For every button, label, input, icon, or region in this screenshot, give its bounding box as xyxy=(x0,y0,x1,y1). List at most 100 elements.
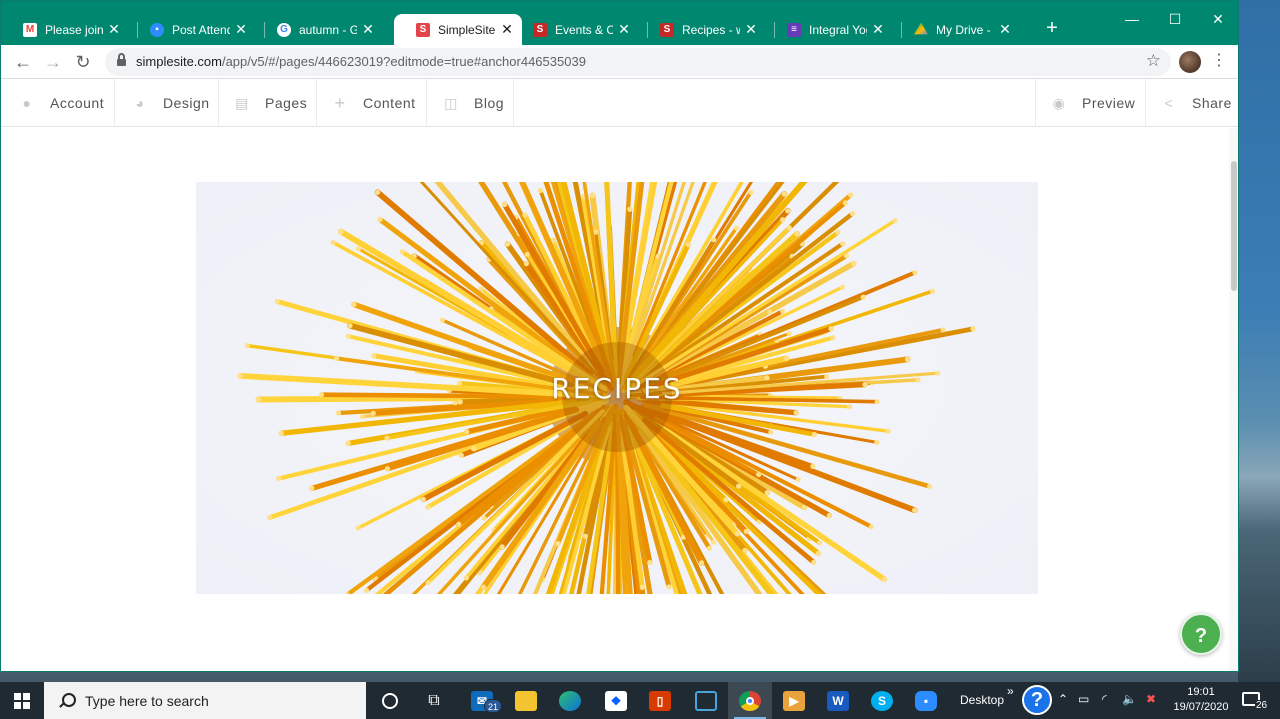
word-app[interactable]: W xyxy=(816,682,860,719)
help-button[interactable]: ? xyxy=(1180,613,1222,655)
maximize-button[interactable]: ☐ xyxy=(1152,7,1198,31)
drive-icon xyxy=(914,22,928,35)
cortana-button[interactable] xyxy=(368,682,412,719)
network-error-icon[interactable]: ✖ xyxy=(1146,692,1156,706)
editor-share[interactable]: < Share xyxy=(1145,79,1238,127)
file-explorer-app[interactable] xyxy=(504,682,548,719)
zoom-app-icon: ▪ xyxy=(915,690,937,711)
spaghetti-tip xyxy=(523,261,529,267)
close-icon[interactable]: ✕ xyxy=(998,21,1012,38)
spaghetti-tip xyxy=(748,189,754,195)
editor-pages[interactable]: ▤ Pages xyxy=(219,79,317,127)
dropbox-icon: ❖ xyxy=(605,690,627,711)
dropbox-app[interactable]: ❖ xyxy=(594,682,638,719)
video-app[interactable]: ▶ xyxy=(772,682,816,719)
spaghetti-tip xyxy=(425,504,431,510)
lock-icon[interactable] xyxy=(117,53,126,67)
spaghetti-tip xyxy=(425,580,431,586)
close-window-button[interactable]: ✕ xyxy=(1195,7,1238,31)
spaghetti-tip xyxy=(912,269,918,276)
windows-logo-icon xyxy=(14,693,30,709)
taskbar-search[interactable]: Type here to search xyxy=(44,682,366,719)
close-icon[interactable]: ✕ xyxy=(617,21,631,38)
action-center-button[interactable]: 26 xyxy=(1240,682,1280,719)
kebab-menu-icon[interactable]: ⋮ xyxy=(1211,50,1227,70)
snip-icon xyxy=(695,690,717,711)
new-tab-button[interactable]: + xyxy=(1041,17,1063,39)
spaghetti-tip xyxy=(345,333,351,339)
spaghetti-tip xyxy=(733,225,740,231)
get-help-icon[interactable]: ? xyxy=(1022,685,1052,715)
tab-gmail[interactable]: M Please join Zoom ✕ xyxy=(1,14,129,45)
chevron-up-icon[interactable]: ⌃ xyxy=(1058,692,1068,706)
spaghetti-tip xyxy=(830,335,836,341)
spaghetti-tip xyxy=(840,241,846,247)
editor-blog[interactable]: ◫ Blog xyxy=(427,79,514,127)
close-icon[interactable]: ✕ xyxy=(234,21,248,38)
close-icon[interactable]: ✕ xyxy=(361,21,375,38)
volume-icon[interactable]: 🔈 xyxy=(1122,692,1137,706)
wifi-icon[interactable]: ◜ xyxy=(1102,692,1107,706)
profile-avatar[interactable] xyxy=(1179,51,1201,73)
hero-banner[interactable]: RECIPES xyxy=(196,182,1038,594)
tab-title: Events & Classes xyxy=(555,22,613,37)
desktop-toolbar-label[interactable]: Desktop xyxy=(960,693,1004,707)
video-icon: ▶ xyxy=(783,690,805,711)
editor-content[interactable]: + Content xyxy=(317,79,427,127)
tab-google[interactable]: G autumn - Google ✕ xyxy=(255,14,383,45)
url-text[interactable]: simplesite.com/app/v5/#/pages/446623019?… xyxy=(136,54,586,69)
spaghetti-tip xyxy=(330,239,336,245)
task-view-button[interactable]: ⧉ xyxy=(412,682,456,719)
spaghetti-tip xyxy=(851,260,857,267)
scrollbar-thumb[interactable] xyxy=(1231,161,1237,291)
tab-events[interactable]: S Events & Classes ✕ xyxy=(511,14,639,45)
spaghetti-tip xyxy=(711,237,717,243)
zoom-app[interactable]: ▪ xyxy=(904,682,948,719)
back-button[interactable]: ← xyxy=(11,50,35,74)
spaghetti-tip xyxy=(786,330,792,337)
tab-recipes[interactable]: S Recipes - www ✕ xyxy=(638,14,766,45)
address-bar[interactable]: simplesite.com/app/v5/#/pages/446623019?… xyxy=(105,48,1171,76)
skype-app[interactable]: S xyxy=(860,682,904,719)
editor-account[interactable]: ● Account xyxy=(1,79,115,127)
tab-simplesite[interactable]: S SimpleSite ✕ xyxy=(394,14,522,45)
spaghetti-tip xyxy=(464,429,470,435)
spaghetti-tip xyxy=(794,231,800,237)
spaghetti-tip xyxy=(456,521,462,527)
tab-integral-yoga[interactable]: ≡ Integral Yoga ✕ xyxy=(765,14,893,45)
edge-app[interactable] xyxy=(548,682,592,719)
spaghetti-tip xyxy=(711,539,717,545)
tab-zoom[interactable]: ▪ Post Attendee ✕ xyxy=(128,14,256,45)
forward-button[interactable]: → xyxy=(41,50,65,74)
spaghetti-tip xyxy=(371,353,377,359)
browser-toolbar: ← → ↻ simplesite.com/app/v5/#/pages/4466… xyxy=(1,45,1238,79)
editor-preview[interactable]: ◉ Preview xyxy=(1035,79,1145,127)
spaghetti-tip xyxy=(885,428,891,434)
spaghetti-tip xyxy=(359,413,365,420)
chrome-app[interactable] xyxy=(728,682,772,719)
start-button[interactable] xyxy=(0,682,44,719)
system-clock[interactable]: 19:01 19/07/2020 xyxy=(1168,685,1234,715)
reload-button[interactable]: ↻ xyxy=(71,50,95,74)
spaghetti-tip xyxy=(912,507,918,513)
chevron-double-icon[interactable]: » xyxy=(1007,684,1014,698)
spaghetti-tip xyxy=(458,452,464,458)
search-icon xyxy=(58,692,76,709)
close-icon[interactable]: ✕ xyxy=(871,21,885,38)
office-app[interactable]: ▯ xyxy=(638,682,682,719)
hero-title[interactable]: RECIPES xyxy=(196,372,1038,405)
minimize-button[interactable]: — xyxy=(1109,7,1155,31)
spaghetti-tip xyxy=(685,242,691,248)
tab-my-drive[interactable]: My Drive - Google ✕ xyxy=(892,14,1020,45)
battery-icon[interactable]: ▭ xyxy=(1078,692,1089,706)
editor-design[interactable]: ◕ Design xyxy=(115,79,219,127)
spaghetti-tip xyxy=(742,547,748,553)
spaghetti-tip xyxy=(734,531,740,537)
close-icon[interactable]: ✕ xyxy=(107,21,121,38)
edge-icon xyxy=(559,690,581,711)
spaghetti-tip xyxy=(267,515,273,521)
close-icon[interactable]: ✕ xyxy=(744,21,758,38)
snip-app[interactable] xyxy=(684,682,728,719)
bookmark-star-icon[interactable]: ☆ xyxy=(1146,51,1161,71)
spaghetti-tip xyxy=(815,550,821,556)
